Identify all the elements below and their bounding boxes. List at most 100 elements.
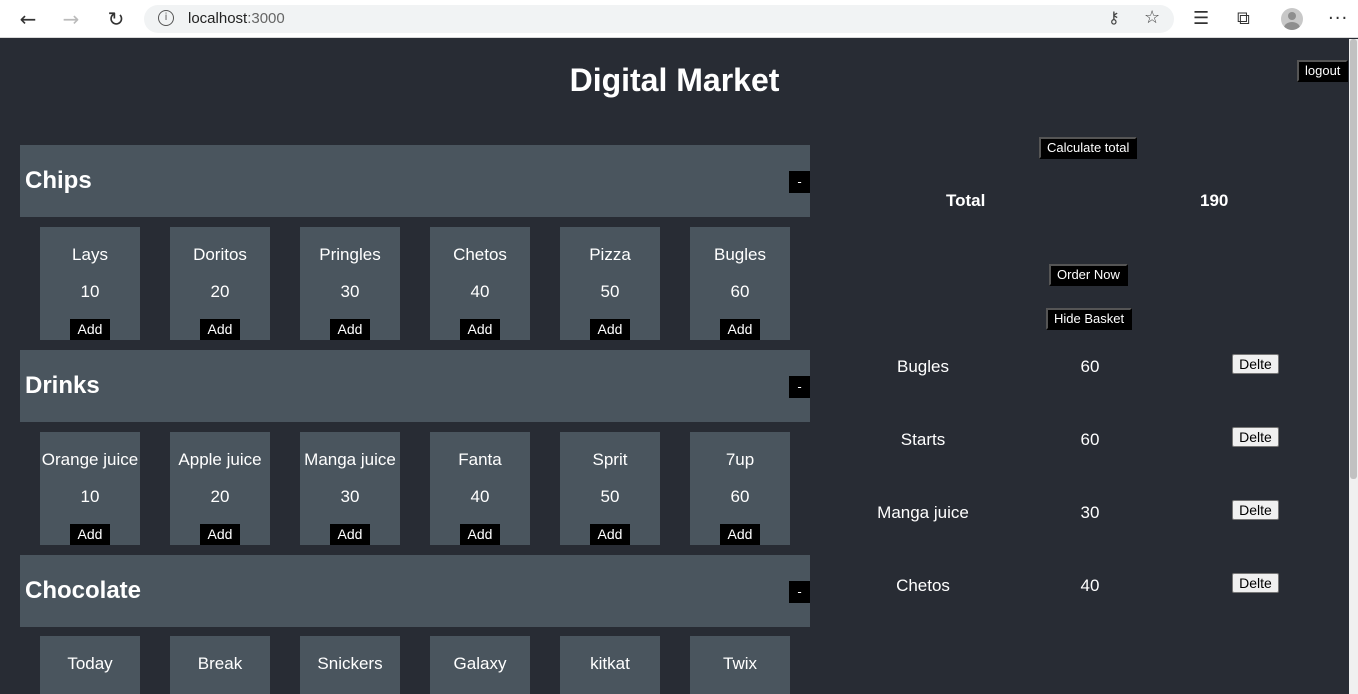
product-card: Chetos 40 Add bbox=[430, 227, 530, 340]
page-title: Digital Market bbox=[569, 62, 780, 98]
product-card: Today bbox=[40, 636, 140, 694]
browser-toolbar: ← → ↻ i localhost:3000 ⚷ ☆ ☰ ⧉ ··· bbox=[0, 0, 1358, 38]
product-name: Galaxy bbox=[453, 654, 507, 673]
address-bar[interactable]: i localhost:3000 ⚷ ☆ bbox=[144, 5, 1174, 33]
product-name: Pizza bbox=[589, 245, 631, 264]
basket-item-name: Chetos bbox=[896, 576, 950, 595]
add-to-basket-button[interactable]: Add bbox=[330, 524, 370, 545]
refresh-icon[interactable]: ↻ bbox=[103, 7, 129, 31]
add-to-basket-button[interactable]: Add bbox=[590, 524, 630, 545]
info-icon[interactable]: i bbox=[158, 10, 174, 26]
scrollbar-thumb[interactable] bbox=[1350, 39, 1357, 479]
delete-item-button[interactable]: Delte bbox=[1232, 573, 1279, 593]
add-to-basket-button[interactable]: Add bbox=[460, 319, 500, 340]
add-to-basket-button[interactable]: Add bbox=[70, 319, 110, 340]
back-icon[interactable]: ← bbox=[15, 7, 41, 31]
profile-avatar-icon[interactable] bbox=[1281, 8, 1303, 30]
collapse-category-button[interactable]: - bbox=[789, 171, 810, 193]
add-to-basket-button[interactable]: Add bbox=[200, 524, 240, 545]
product-name: Today bbox=[67, 654, 113, 673]
product-card: Pizza 50 Add bbox=[560, 227, 660, 340]
add-to-basket-button[interactable]: Add bbox=[720, 319, 760, 340]
product-card: Doritos 20 Add bbox=[170, 227, 270, 340]
category-title: Drinks bbox=[25, 372, 100, 399]
add-to-basket-button[interactable]: Add bbox=[720, 524, 760, 545]
product-name: Apple juice bbox=[178, 450, 262, 469]
product-price: 50 bbox=[600, 487, 620, 506]
delete-item-button[interactable]: Delte bbox=[1232, 500, 1279, 520]
add-to-basket-button[interactable]: Add bbox=[590, 319, 630, 340]
product-name: Orange juice bbox=[41, 450, 139, 469]
product-card: Twix bbox=[690, 636, 790, 694]
order-now-button[interactable]: Order Now bbox=[1049, 264, 1128, 286]
favorites-icon[interactable]: ☰ bbox=[1193, 8, 1209, 29]
product-card: Fanta 40 Add bbox=[430, 432, 530, 545]
product-price: 20 bbox=[210, 282, 230, 301]
category-header-drinks: Drinks - bbox=[20, 350, 810, 422]
product-name: Manga juice bbox=[304, 450, 396, 469]
product-price: 10 bbox=[80, 487, 100, 506]
basket-item-price: 30 bbox=[1080, 503, 1100, 522]
product-card: Galaxy bbox=[430, 636, 530, 694]
product-name: Lays bbox=[72, 245, 108, 264]
product-card: Lays 10 Add bbox=[40, 227, 140, 340]
product-price: 20 bbox=[210, 487, 230, 506]
add-to-basket-button[interactable]: Add bbox=[460, 524, 500, 545]
product-price: 60 bbox=[730, 282, 750, 301]
product-card: kitkat bbox=[560, 636, 660, 694]
product-price: 30 bbox=[340, 487, 360, 506]
basket-item-price: 40 bbox=[1080, 576, 1100, 595]
favorite-star-icon[interactable]: ☆ bbox=[1144, 7, 1160, 28]
collections-icon[interactable]: ⧉ bbox=[1237, 8, 1250, 29]
category-title: Chocolate bbox=[25, 577, 142, 604]
product-price: 60 bbox=[730, 487, 750, 506]
category-header-chips: Chips - bbox=[20, 145, 810, 217]
collapse-category-button[interactable]: - bbox=[789, 581, 810, 603]
product-price: 40 bbox=[470, 487, 490, 506]
delete-item-button[interactable]: Delte bbox=[1232, 427, 1279, 447]
product-name: Twix bbox=[723, 654, 757, 673]
product-name: Bugles bbox=[714, 245, 766, 264]
product-card: Apple juice 20 Add bbox=[170, 432, 270, 545]
url-text[interactable]: localhost:3000 bbox=[188, 10, 285, 27]
more-menu-icon[interactable]: ··· bbox=[1328, 8, 1348, 29]
page-scrollbar[interactable] bbox=[1349, 39, 1358, 694]
product-card: Bugles 60 Add bbox=[690, 227, 790, 340]
product-card: Sprit 50 Add bbox=[560, 432, 660, 545]
product-name: Snickers bbox=[317, 654, 383, 673]
product-card: 7up 60 Add bbox=[690, 432, 790, 545]
basket-item-name: Starts bbox=[900, 430, 946, 449]
product-card: Orange juice 10 Add bbox=[40, 432, 140, 545]
product-name: Pringles bbox=[319, 245, 381, 264]
product-card: Manga juice 30 Add bbox=[300, 432, 400, 545]
product-price: 10 bbox=[80, 282, 100, 301]
product-name: kitkat bbox=[590, 654, 630, 673]
basket-item-name: Manga juice bbox=[877, 503, 969, 522]
product-card: Break bbox=[170, 636, 270, 694]
basket-item-price: 60 bbox=[1080, 430, 1100, 449]
total-value: 190 bbox=[1200, 191, 1229, 210]
basket-item-name: Bugles bbox=[897, 357, 949, 376]
category-title: Chips bbox=[25, 167, 92, 194]
key-icon[interactable]: ⚷ bbox=[1108, 8, 1120, 27]
product-price: 30 bbox=[340, 282, 360, 301]
collapse-category-button[interactable]: - bbox=[789, 376, 810, 398]
logout-button[interactable]: logout bbox=[1297, 60, 1349, 82]
product-name: Fanta bbox=[458, 450, 502, 469]
product-card: Pringles 30 Add bbox=[300, 227, 400, 340]
add-to-basket-button[interactable]: Add bbox=[70, 524, 110, 545]
product-name: Doritos bbox=[193, 245, 247, 264]
add-to-basket-button[interactable]: Add bbox=[330, 319, 370, 340]
add-to-basket-button[interactable]: Add bbox=[200, 319, 240, 340]
calculate-total-button[interactable]: Calculate total bbox=[1039, 137, 1138, 159]
product-card: Snickers bbox=[300, 636, 400, 694]
forward-icon[interactable]: → bbox=[58, 7, 84, 31]
product-name: Chetos bbox=[453, 245, 507, 264]
hide-basket-button[interactable]: Hide Basket bbox=[1046, 308, 1133, 330]
product-price: 50 bbox=[600, 282, 620, 301]
category-header-chocolate: Chocolate - bbox=[20, 555, 810, 627]
delete-item-button[interactable]: Delte bbox=[1232, 354, 1279, 374]
product-name: 7up bbox=[725, 450, 755, 469]
product-name: Sprit bbox=[592, 450, 628, 469]
basket-item-price: 60 bbox=[1080, 357, 1100, 376]
